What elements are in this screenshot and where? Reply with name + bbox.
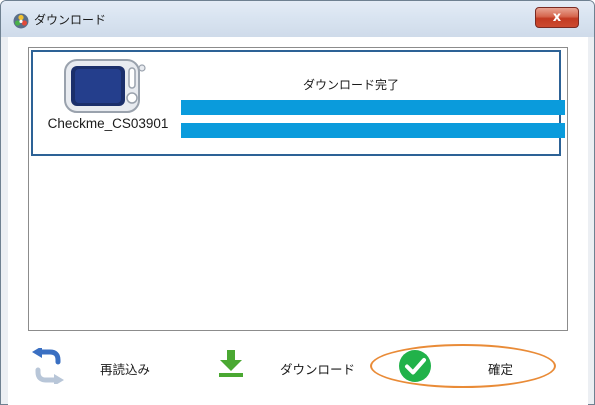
title-bar[interactable]: ダウンロード x (1, 1, 594, 37)
device-icon (64, 59, 146, 113)
reload-button[interactable]: 再読込み (26, 343, 176, 393)
device-name: Checkme_CS03901 (47, 116, 169, 131)
close-button[interactable]: x (535, 7, 579, 28)
progress-bar-secondary (181, 123, 565, 138)
download-label: ダウンロード (280, 362, 356, 377)
download-icon (219, 350, 243, 377)
reload-icon (32, 348, 64, 384)
confirm-button[interactable]: 確定 (374, 343, 564, 393)
app-logo-icon (13, 13, 29, 29)
device-list-item[interactable]: Checkme_CS03901 ダウンロード完了 (31, 50, 565, 156)
download-button[interactable]: ダウンロード (198, 343, 355, 393)
download-dialog: ダウンロード x Checkme_CS03901 ダウンロード完了 再読込み ダ… (0, 0, 595, 405)
close-icon: x (552, 10, 562, 25)
confirm-label: 確定 (488, 362, 514, 377)
device-list[interactable]: Checkme_CS03901 ダウンロード完了 (28, 47, 568, 331)
progress-bar (181, 100, 565, 115)
checkmark-icon (399, 350, 431, 382)
dialog-content: Checkme_CS03901 ダウンロード完了 再読込み ダウンロード 確定 (8, 37, 588, 405)
window-title: ダウンロード (34, 13, 107, 27)
reload-label: 再読込み (100, 362, 151, 377)
download-status: ダウンロード完了 (303, 78, 400, 92)
